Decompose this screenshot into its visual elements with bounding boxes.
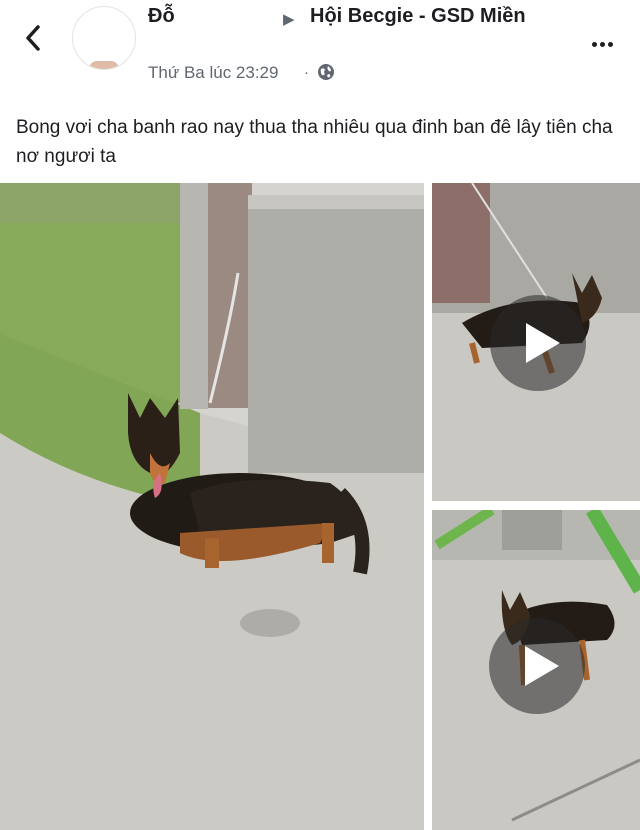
author-avatar[interactable] xyxy=(72,6,136,70)
post-text: Bong vơi cha banh rao nay thua tha nhiêu… xyxy=(16,117,613,167)
post-timestamp[interactable]: Thứ Ba lúc 23:29 xyxy=(148,63,278,83)
back-chevron-icon[interactable] xyxy=(22,24,46,52)
author-name[interactable]: Đỗ xyxy=(148,5,175,28)
play-icon xyxy=(525,646,559,686)
video-thumbnail-1[interactable] xyxy=(432,183,640,501)
play-icon xyxy=(526,323,560,363)
group-name[interactable]: Hội Becgie - GSD Miền xyxy=(310,5,526,28)
play-button[interactable] xyxy=(489,618,585,714)
dog-photo-image xyxy=(0,183,424,830)
play-button[interactable] xyxy=(490,295,586,391)
video-thumbnail-2[interactable] xyxy=(432,510,640,830)
more-options-icon[interactable] xyxy=(592,34,618,47)
globe-icon[interactable] xyxy=(317,63,335,81)
post-header: Đỗ ▶ Hội Becgie - GSD Miền Thứ Ba lúc 23… xyxy=(0,0,640,95)
triangle-right-icon: ▶ xyxy=(283,11,295,28)
photo-main[interactable] xyxy=(0,183,424,830)
separator-dot: · xyxy=(304,64,309,81)
